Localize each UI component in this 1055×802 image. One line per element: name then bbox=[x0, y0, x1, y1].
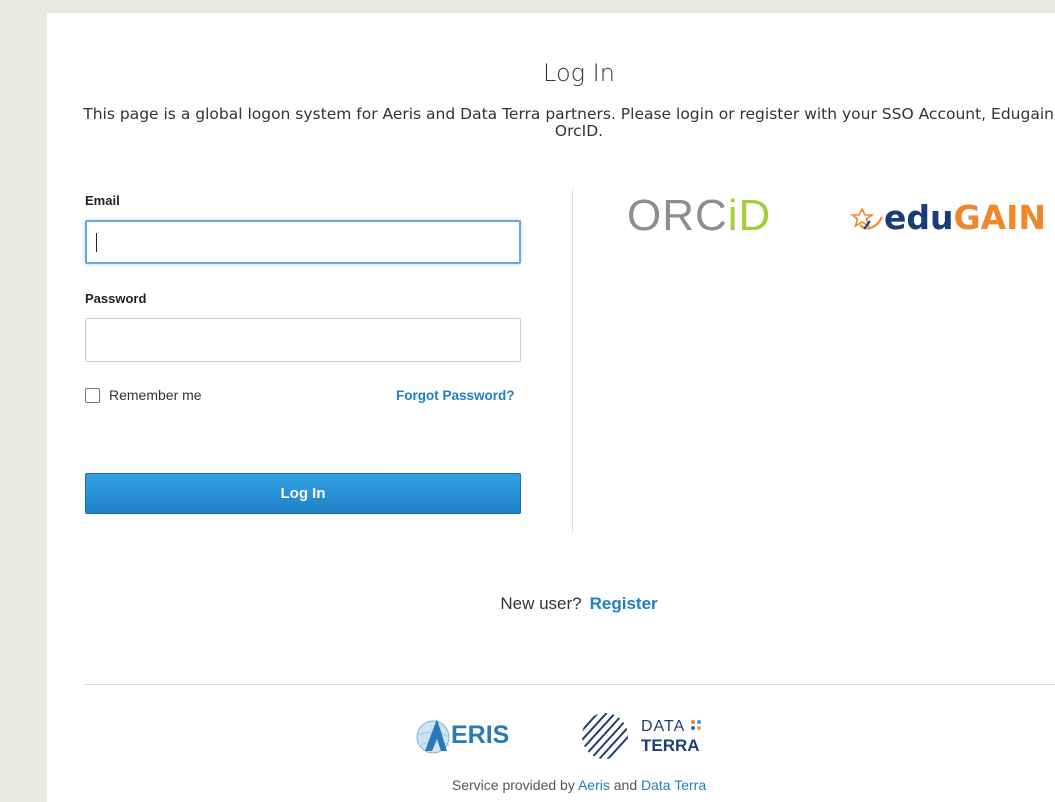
page-title: Log In bbox=[543, 59, 615, 87]
email-field[interactable] bbox=[85, 220, 521, 264]
dataterra-dots-icon bbox=[690, 720, 701, 730]
orcid-logo[interactable]: ORCiD bbox=[627, 191, 771, 241]
login-button[interactable]: Log In bbox=[85, 473, 521, 514]
text-caret bbox=[96, 233, 97, 252]
dataterra-logo: DATA TERRA bbox=[577, 711, 702, 761]
service-provided-text: Service provided by Aeris and Data Terra bbox=[47, 777, 1055, 793]
service-prefix: Service provided by bbox=[451, 777, 575, 793]
dataterra-line1: DATA bbox=[641, 717, 702, 736]
page-subtitle: This page is a global logon system for A… bbox=[83, 105, 1055, 140]
edugain-edu-text: edu bbox=[884, 198, 954, 237]
login-card: Log In This page is a global logon syste… bbox=[47, 13, 1055, 802]
remember-me-label: Remember me bbox=[109, 387, 202, 403]
aeris-logo-text: ERIS bbox=[451, 720, 510, 749]
vertical-divider bbox=[572, 189, 573, 532]
dataterra-line2: TERRA bbox=[641, 736, 700, 755]
register-link[interactable]: Register bbox=[590, 594, 658, 613]
edugain-logo[interactable]: eduGAIN bbox=[850, 198, 1046, 237]
edugain-star-icon bbox=[850, 206, 883, 230]
aeris-link[interactable]: Aeris bbox=[578, 777, 610, 793]
orcid-logo-text: ORC bbox=[627, 191, 728, 240]
remember-me-checkbox[interactable] bbox=[85, 387, 100, 403]
dataterra-stripes-icon bbox=[582, 713, 628, 759]
email-label: Email bbox=[85, 193, 120, 208]
password-field[interactable] bbox=[85, 318, 521, 362]
orcid-id-text: iD bbox=[727, 191, 772, 240]
edugain-text: eduGAIN bbox=[884, 198, 1046, 237]
new-user-prompt: New user? Register bbox=[47, 594, 1055, 614]
remember-me[interactable]: Remember me bbox=[85, 387, 202, 403]
dataterra-link[interactable]: Data Terra bbox=[641, 777, 706, 793]
new-user-label: New user? bbox=[500, 594, 582, 613]
password-label: Password bbox=[85, 291, 147, 306]
forgot-password-link[interactable]: Forgot Password? bbox=[396, 388, 515, 403]
aeris-logo: ERIS bbox=[413, 715, 509, 755]
dataterra-words: DATA TERRA bbox=[641, 717, 702, 755]
edugain-gain-text: GAIN bbox=[953, 198, 1047, 237]
and-text: and bbox=[613, 777, 638, 793]
horizontal-divider bbox=[85, 684, 1055, 685]
